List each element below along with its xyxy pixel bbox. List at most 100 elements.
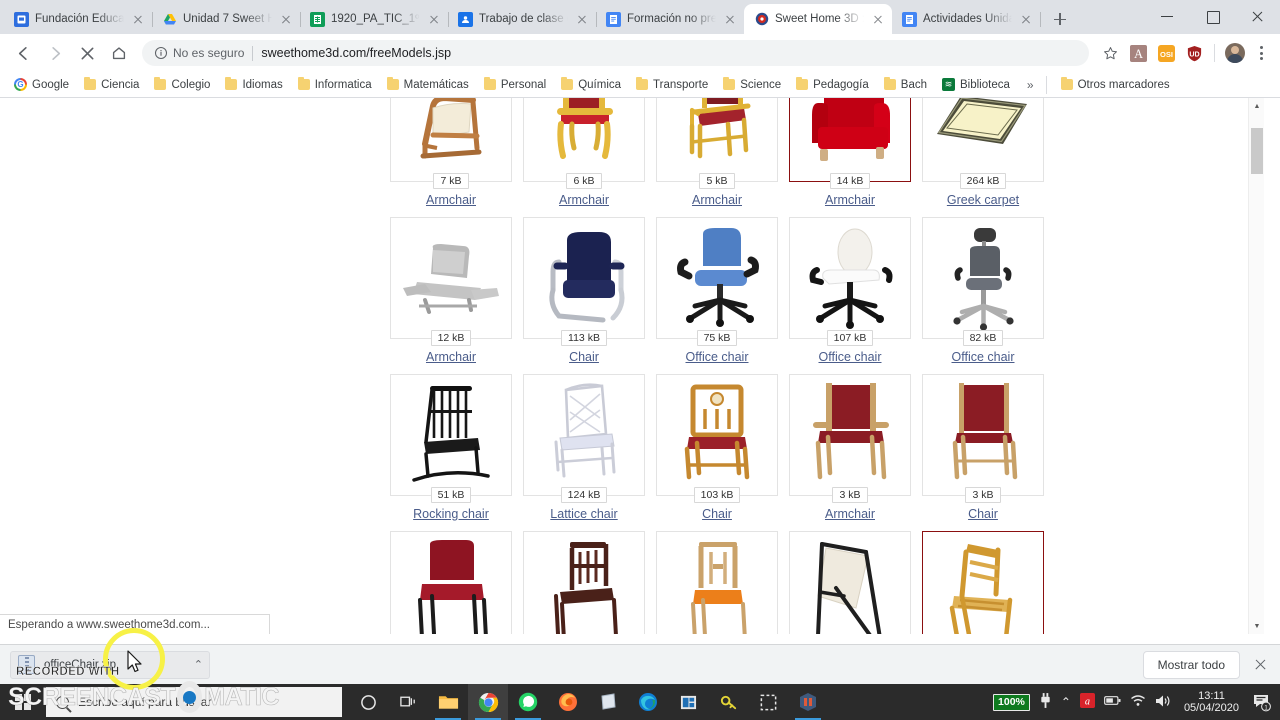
model-card[interactable]: 5 kB Armchair bbox=[656, 98, 778, 207]
model-name-link[interactable]: Armchair bbox=[426, 193, 476, 207]
scroll-down-arrow[interactable]: ▼ bbox=[1249, 618, 1265, 634]
model-thumbnail[interactable] bbox=[922, 374, 1044, 496]
chrome-menu-button[interactable] bbox=[1250, 40, 1272, 66]
bookmark-item-science[interactable]: Science bbox=[717, 76, 787, 93]
model-name-link[interactable]: Greek carpet bbox=[947, 193, 1019, 207]
forward-button[interactable] bbox=[40, 38, 70, 68]
browser-tab-6[interactable]: Actividades Unida bbox=[892, 4, 1041, 34]
model-card[interactable]: 103 kB Chair bbox=[656, 374, 778, 521]
model-name-link[interactable]: Armchair bbox=[692, 193, 742, 207]
tab-close-icon[interactable] bbox=[722, 11, 738, 27]
model-card[interactable] bbox=[390, 531, 512, 634]
microsoft-edge-icon[interactable] bbox=[628, 684, 668, 720]
google-chrome-icon[interactable] bbox=[468, 684, 508, 720]
bookmark-star-icon[interactable] bbox=[1097, 40, 1123, 66]
model-card[interactable] bbox=[523, 531, 645, 634]
model-thumbnail[interactable] bbox=[390, 374, 512, 496]
model-thumbnail[interactable] bbox=[922, 217, 1044, 339]
model-name-link[interactable]: Office chair bbox=[952, 350, 1015, 364]
model-thumbnail[interactable] bbox=[789, 531, 911, 634]
model-card[interactable]: 107 kB Office chair bbox=[789, 217, 911, 364]
browser-tab-5-active[interactable]: Sweet Home 3D : bbox=[744, 4, 892, 34]
model-thumbnail[interactable] bbox=[390, 98, 512, 182]
model-thumbnail[interactable] bbox=[656, 98, 778, 182]
home-button[interactable] bbox=[104, 38, 134, 68]
address-bar[interactable]: No es seguro sweethome3d.com/freeModels.… bbox=[142, 40, 1089, 66]
media-player-icon[interactable] bbox=[668, 684, 708, 720]
browser-tab-3[interactable]: Trabajo de clase d bbox=[448, 4, 597, 34]
snip-tool-icon[interactable] bbox=[748, 684, 788, 720]
model-card[interactable]: 3 kB Armchair bbox=[789, 374, 911, 521]
taskbar-clock[interactable]: 13:11 05/04/2020 bbox=[1180, 690, 1243, 714]
model-thumbnail[interactable] bbox=[656, 217, 778, 339]
model-thumbnail[interactable] bbox=[922, 531, 1044, 634]
model-card[interactable]: 51 kB Rocking chair bbox=[390, 374, 512, 521]
model-name-link[interactable]: Office chair bbox=[686, 350, 749, 364]
model-name-link[interactable]: Armchair bbox=[559, 193, 609, 207]
bookmark-item-google[interactable]: G Google bbox=[8, 76, 75, 93]
model-card-selected[interactable] bbox=[922, 531, 1044, 634]
browser-tab-0[interactable]: Fundación Educati bbox=[4, 4, 153, 34]
browser-tab-1[interactable]: Unidad 7 Sweet H bbox=[152, 4, 301, 34]
model-thumbnail[interactable] bbox=[390, 531, 512, 634]
firefox-icon[interactable] bbox=[548, 684, 588, 720]
cortana-icon[interactable] bbox=[348, 684, 388, 720]
ublock-origin-icon[interactable]: UD bbox=[1181, 40, 1207, 66]
battery-icon[interactable] bbox=[1104, 695, 1121, 709]
model-card[interactable] bbox=[789, 531, 911, 634]
model-card[interactable]: 7 kB Armchair bbox=[390, 98, 512, 207]
model-card[interactable]: 12 kB Armchair bbox=[390, 217, 512, 364]
orange-extension-icon[interactable]: OSI bbox=[1153, 40, 1179, 66]
page-scrollbar[interactable]: ▲ ▼ bbox=[1248, 98, 1264, 634]
model-name-link[interactable]: Lattice chair bbox=[550, 507, 617, 521]
bookmark-item-ciencia[interactable]: Ciencia bbox=[78, 76, 145, 93]
other-bookmarks-button[interactable]: Otros marcadores bbox=[1055, 76, 1176, 93]
model-card[interactable]: 75 kB Office chair bbox=[656, 217, 778, 364]
chevron-up-icon[interactable]: ⌃ bbox=[1061, 695, 1071, 709]
window-maximize-button[interactable] bbox=[1190, 0, 1235, 32]
model-card-selected[interactable]: 14 kB Armchair bbox=[789, 98, 911, 207]
model-card[interactable]: 82 kB Office chair bbox=[922, 217, 1044, 364]
model-name-link[interactable]: Office chair bbox=[819, 350, 882, 364]
browser-tab-2[interactable]: 1920_PA_TIC_1ºBa bbox=[300, 4, 449, 34]
tab-close-icon[interactable] bbox=[278, 11, 294, 27]
avatar[interactable] bbox=[1222, 40, 1248, 66]
notes-icon[interactable] bbox=[588, 684, 628, 720]
chevron-up-icon[interactable]: ⌃ bbox=[186, 658, 203, 671]
model-thumbnail[interactable] bbox=[656, 374, 778, 496]
bookmark-item-biblioteca[interactable]: ≋ Biblioteca bbox=[936, 76, 1016, 93]
model-card[interactable]: 113 kB Chair bbox=[523, 217, 645, 364]
bookmark-item-informatica[interactable]: Informatica bbox=[292, 76, 378, 93]
app-icon[interactable] bbox=[788, 684, 828, 720]
scrollbar-thumb[interactable] bbox=[1251, 128, 1263, 174]
back-button[interactable] bbox=[8, 38, 38, 68]
task-view-icon[interactable] bbox=[388, 684, 428, 720]
model-name-link[interactable]: Armchair bbox=[825, 193, 875, 207]
model-name-link[interactable]: Chair bbox=[702, 507, 732, 521]
model-card[interactable]: 124 kB Lattice chair bbox=[523, 374, 645, 521]
model-name-link[interactable]: Chair bbox=[968, 507, 998, 521]
model-thumbnail[interactable] bbox=[390, 217, 512, 339]
keypass-icon[interactable] bbox=[708, 684, 748, 720]
bookmark-item-quimica[interactable]: Química bbox=[555, 76, 627, 93]
model-card[interactable]: 264 kB Greek carpet bbox=[922, 98, 1044, 207]
tab-close-icon[interactable] bbox=[130, 11, 146, 27]
whatsapp-icon[interactable] bbox=[508, 684, 548, 720]
model-thumbnail[interactable] bbox=[656, 531, 778, 634]
plug-icon[interactable] bbox=[1039, 693, 1052, 711]
window-close-button[interactable] bbox=[1235, 0, 1280, 32]
model-thumbnail[interactable] bbox=[789, 374, 911, 496]
tab-close-icon[interactable] bbox=[870, 11, 886, 27]
adobe-acrobat-icon[interactable]: A bbox=[1125, 40, 1151, 66]
model-card[interactable] bbox=[656, 531, 778, 634]
tab-close-icon[interactable] bbox=[574, 11, 590, 27]
bookmark-item-pedagogia[interactable]: Pedagogía bbox=[790, 76, 875, 93]
volume-icon[interactable] bbox=[1155, 694, 1171, 711]
model-thumbnail[interactable] bbox=[523, 217, 645, 339]
bookmark-item-matematicas[interactable]: Matemáticas bbox=[381, 76, 475, 93]
security-status[interactable]: No es seguro bbox=[154, 46, 244, 60]
model-name-link[interactable]: Rocking chair bbox=[413, 507, 489, 521]
bookmarks-overflow-button[interactable]: » bbox=[1023, 78, 1038, 92]
bookmark-item-bach[interactable]: Bach bbox=[878, 76, 933, 93]
new-tab-button[interactable] bbox=[1046, 5, 1074, 33]
